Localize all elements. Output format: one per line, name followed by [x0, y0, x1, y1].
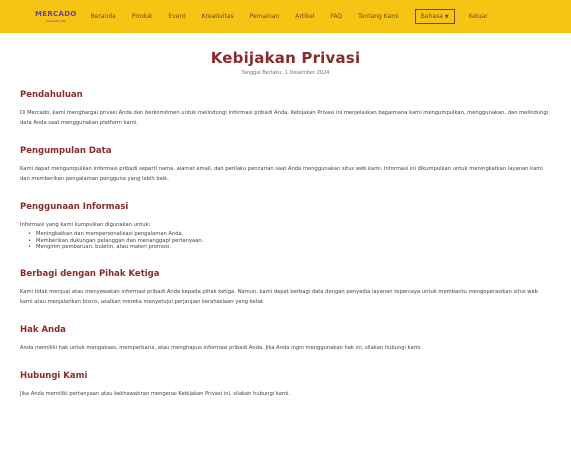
section-heading-hak-anda: Hak Anda: [20, 324, 66, 335]
language-select[interactable]: Bahasa ▼: [414, 9, 455, 24]
logo[interactable]: MERCADO mercado kita: [35, 10, 77, 23]
nav-item-faq[interactable]: FAQ: [330, 13, 342, 20]
page-title: Kebijakan Privasi: [210, 49, 361, 67]
nav-item-event[interactable]: Event: [168, 13, 185, 20]
section-text-pengumpulan-data: Kami dapat mengumpulkan informasi pribad…: [20, 166, 543, 182]
effective-date: Tanggal Berlaku: 1 Desember 2024: [241, 70, 330, 76]
usage-list: Meningkatkan dan mempersonalisasi pengal…: [20, 231, 551, 251]
section-heading-berbagi: Berbagi dengan Pihak Ketiga: [20, 268, 160, 279]
list-item: Mengirim pembaruan, buletin, atau materi…: [28, 244, 551, 251]
section-text-pendahuluan: Di Mercado, kami menghargai privasi Anda…: [20, 110, 549, 126]
chevron-down-icon: ▼: [444, 14, 449, 20]
logout-link[interactable]: Keluar: [469, 13, 488, 20]
policy-content: Pendahuluan Di Mercado, kami menghargai …: [0, 90, 571, 399]
logo-subtext: mercado kita: [45, 19, 66, 23]
nav-item-pemainan[interactable]: Pemainan: [250, 13, 280, 20]
nav-item-artikel[interactable]: Artikel: [295, 13, 314, 20]
nav-item-produk[interactable]: Produk: [132, 13, 153, 20]
nav-item-beranda[interactable]: Beranda: [91, 13, 116, 20]
section-heading-pendahuluan: Pendahuluan: [20, 90, 83, 100]
nav-item-tentang-kami[interactable]: Tentang Kami: [358, 13, 399, 20]
section-heading-hubungi-kami: Hubungi Kami: [20, 370, 88, 381]
section-text-hubungi-kami: Jika Anda memiliki pertanyaan atau kekha…: [20, 390, 291, 397]
section-heading-penggunaan-informasi: Penggunaan Informasi: [20, 202, 129, 212]
navbar: MERCADO mercado kita Beranda Produk Even…: [0, 0, 571, 33]
nav-item-kreativitas[interactable]: Kreativitas: [202, 13, 234, 20]
section-text-hak-anda: Anda memiliki hak untuk mengakses, mempe…: [20, 344, 422, 351]
section-text-berbagi: Kami tidak menjual atau menyewakan infor…: [20, 288, 538, 305]
language-select-label: Bahasa: [420, 13, 443, 20]
logo-text: MERCADO: [35, 10, 77, 18]
section-text-penggunaan-informasi: Informasi yang kami kumpulkan digunakan …: [20, 222, 151, 228]
section-heading-pengumpulan-data: Pengumpulan Data: [20, 146, 112, 156]
